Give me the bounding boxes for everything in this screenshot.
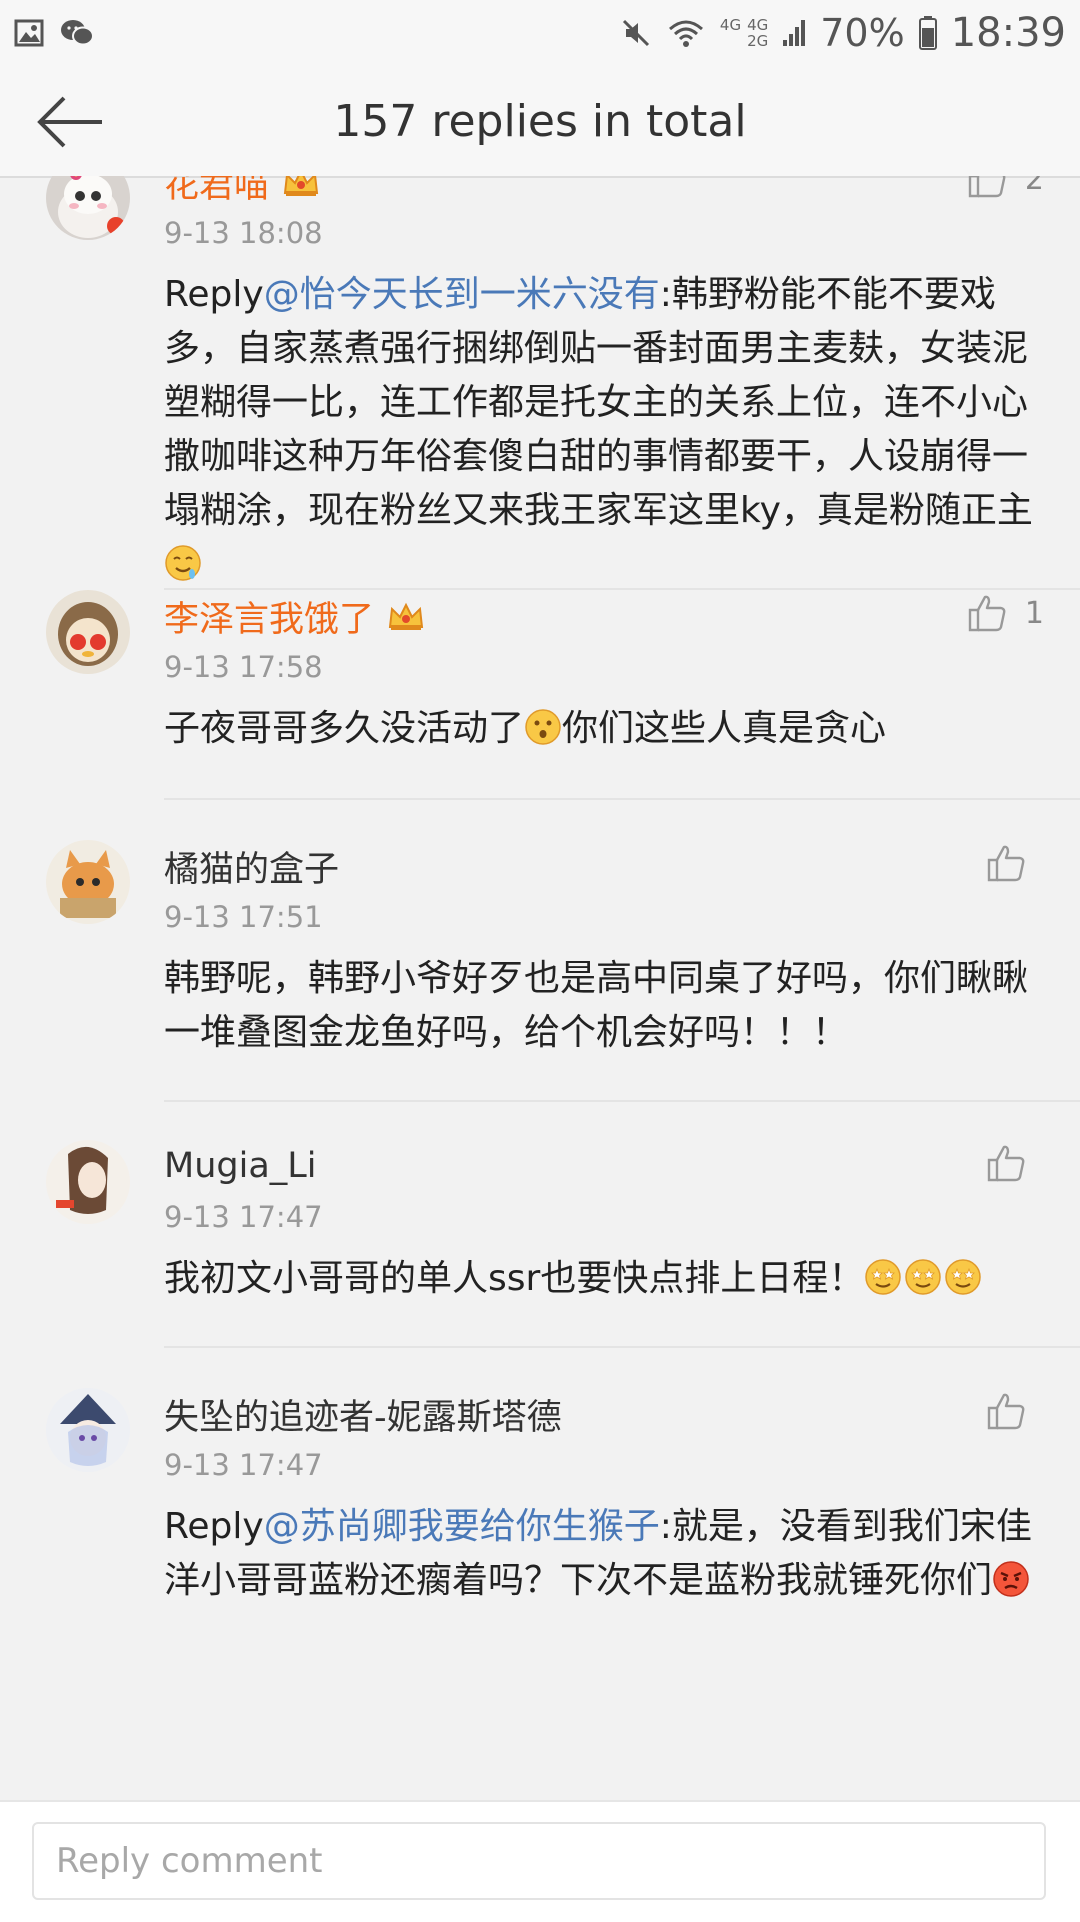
mention-link[interactable]: @苏尚卿我要给你生猴子: [264, 1506, 660, 1547]
comment-body: 我初文小哥哥的单人ssr也要快点排上日程！: [164, 1258, 865, 1299]
list-item: 失坠的追迹者-妮露斯塔德 9-13 17:47 Reply@苏尚卿我要给你生猴子…: [0, 1388, 1080, 1800]
thumbs-up-icon: [987, 845, 1025, 882]
back-button[interactable]: [36, 94, 106, 150]
vip-crown-icon: [386, 599, 426, 633]
divider: [164, 1346, 1080, 1348]
reply-bar: [0, 1800, 1080, 1922]
thumbs-up-icon: [968, 176, 1006, 198]
list-item: 李泽言我饿了 9-13 17:58 子夜哥哥多久没活动了 你们这些人真是贪心 1: [0, 590, 1080, 800]
username[interactable]: 橘猫的盒子: [164, 841, 339, 892]
like-button[interactable]: [986, 844, 1044, 882]
signal-icon: [782, 18, 806, 48]
timestamp: 9-13 17:47: [164, 1448, 323, 1482]
avatar[interactable]: [46, 840, 130, 924]
thumbs-up-icon: [987, 1393, 1025, 1430]
wifi-icon: [666, 17, 706, 49]
divider: [164, 798, 1080, 800]
username[interactable]: 失坠的追迹者-妮露斯塔德: [164, 1389, 562, 1440]
wechat-icon: [60, 18, 94, 48]
user-line: 李泽言我饿了: [164, 590, 426, 642]
network-type-label-3: 2G: [747, 32, 769, 50]
user-line: Mugia_Li: [164, 1140, 317, 1192]
gallery-icon: [14, 18, 44, 48]
comment-text: Reply@怡今天长到一米六没有:韩野粉能不能不要戏多，自家蒸煮强行捆绑倒贴一番…: [164, 268, 1034, 598]
reply-prefix: Reply: [164, 274, 264, 315]
clock: 18:39: [950, 10, 1066, 56]
avatar[interactable]: [46, 176, 130, 240]
starry-eyed-face-icon: [864, 1258, 982, 1312]
timestamp: 9-13 18:08: [164, 216, 323, 250]
comment-text: 子夜哥哥多久没活动了 你们这些人真是贪心: [164, 702, 1034, 762]
avatar[interactable]: [46, 590, 130, 674]
like-count: 1: [1024, 595, 1044, 631]
comment-text: 韩野呢，韩野小爷好歹也是高中同桌了好吗，你们瞅瞅一堆叠图金龙鱼好吗，给个机会好吗…: [164, 958, 1029, 1053]
username[interactable]: 李泽言我饿了: [164, 591, 374, 642]
avatar[interactable]: [46, 1140, 130, 1224]
avatar[interactable]: [46, 1388, 130, 1472]
network-stack: 4G 2G: [747, 17, 768, 49]
divider: [164, 1100, 1080, 1102]
mention-link[interactable]: @怡今天长到一米六没有: [264, 274, 660, 315]
battery-icon: [918, 16, 937, 50]
header-bar: 157 replies in total: [0, 66, 1080, 178]
timestamp: 9-13 17:47: [164, 1200, 323, 1234]
timestamp: 9-13 17:58: [164, 650, 323, 684]
back-arrow-icon: [37, 96, 102, 148]
network-type-label-2: 4G: [747, 16, 769, 34]
comment-text: Reply@苏尚卿我要给你生猴子:就是，没看到我们宋佳洋小哥哥蓝粉还瘸着吗？下次…: [164, 1500, 1034, 1614]
username[interactable]: 花君喵: [164, 176, 269, 208]
like-button[interactable]: [986, 1392, 1044, 1430]
user-line: 失坠的追迹者-妮露斯塔德: [164, 1388, 562, 1440]
status-bar: 4G 4G 2G 70% 18:39: [0, 0, 1080, 66]
comment-text: 我初文小哥哥的单人ssr也要快点排上日程！: [164, 1252, 1034, 1312]
network-type-label: 4G: [719, 16, 742, 34]
timestamp: 9-13 17:51: [164, 900, 323, 934]
user-line: 橘猫的盒子: [164, 840, 339, 892]
like-count: 2: [1024, 176, 1044, 197]
vip-crown-icon: [281, 176, 321, 199]
page-title: 157 replies in total: [333, 95, 747, 147]
network-labels: 4G 4G 2G: [720, 17, 768, 49]
like-button[interactable]: 1: [967, 594, 1044, 632]
mute-icon: [620, 17, 652, 49]
thumbs-up-icon: [987, 1145, 1025, 1182]
thumbs-up-icon: [968, 595, 1006, 632]
comment-body: 子夜哥哥多久没活动了: [164, 708, 525, 749]
username[interactable]: Mugia_Li: [164, 1146, 317, 1186]
battery-percent: 70%: [820, 11, 905, 55]
list-item: Mugia_Li 9-13 17:47 我初文小哥哥的单人ssr也要快点排上日程…: [0, 1140, 1080, 1348]
user-line: 花君喵: [164, 176, 321, 208]
reply-prefix: Reply: [164, 1506, 264, 1547]
list-item: 花君喵 9-13 18:08 Reply@怡今天长到一米六没有:韩野粉能不能不要…: [0, 176, 1080, 590]
surprised-face-icon: [524, 708, 562, 762]
comment-list: 花君喵 9-13 18:08 Reply@怡今天长到一米六没有:韩野粉能不能不要…: [0, 176, 1080, 1800]
list-item: 橘猫的盒子 9-13 17:51 韩野呢，韩野小爷好歹也是高中同桌了好吗，你们瞅…: [0, 840, 1080, 1102]
angry-face-icon: [992, 1560, 1030, 1614]
like-button[interactable]: 2: [967, 176, 1044, 198]
like-button[interactable]: [986, 1144, 1044, 1182]
reply-comment-input[interactable]: [32, 1822, 1046, 1900]
comment-body-2: 你们这些人真是贪心: [562, 708, 887, 749]
